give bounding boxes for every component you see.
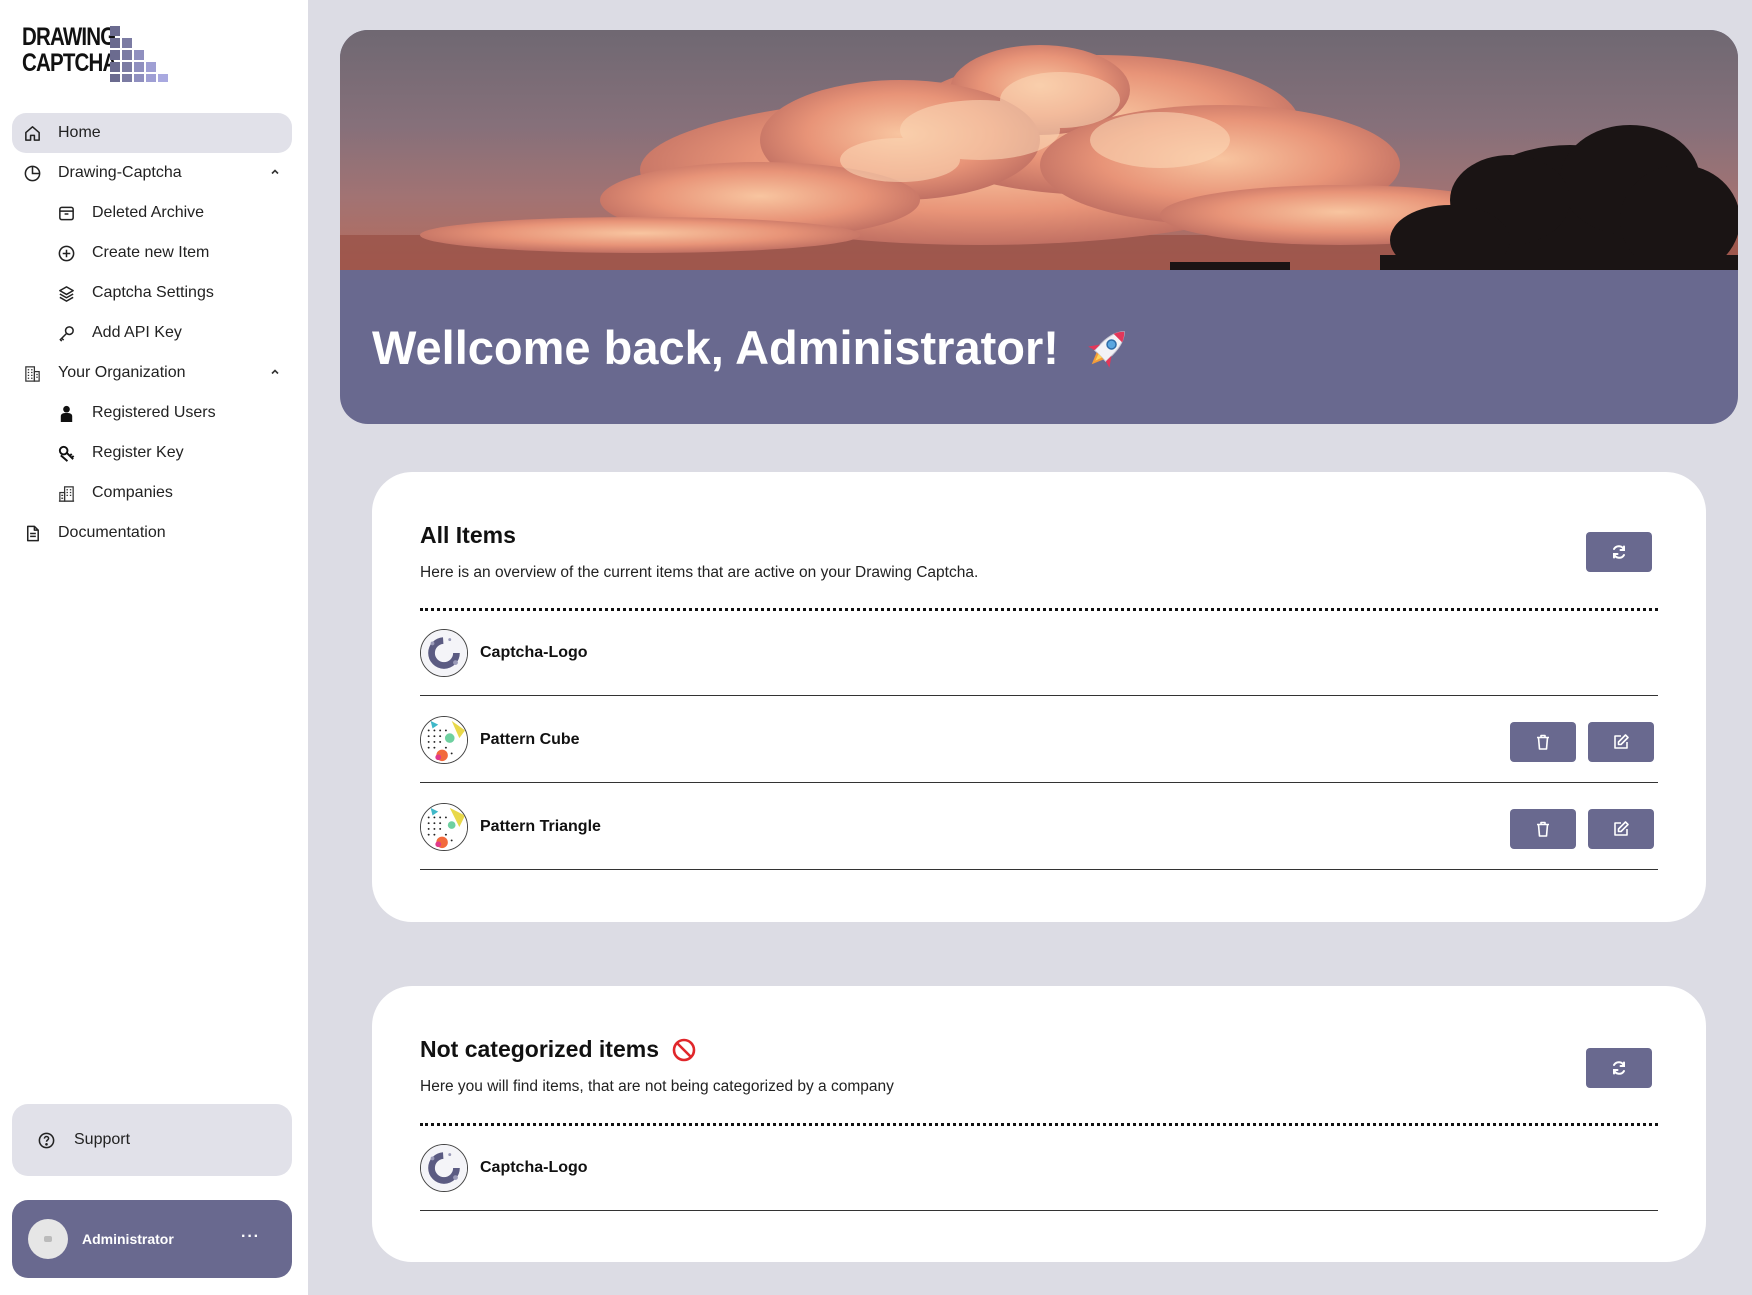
list-item[interactable]: Pattern Triangle <box>420 784 1658 870</box>
support-label: Support <box>74 1131 131 1148</box>
all-items-title: All Items <box>420 522 516 548</box>
refresh-icon <box>1613 545 1625 559</box>
building-icon <box>22 363 42 383</box>
welcome-title: Wellcome back, Administrator! <box>372 321 1059 374</box>
help-circle-icon <box>36 1130 56 1150</box>
edit-button[interactable] <box>1588 809 1654 849</box>
sidebar-item-documentation[interactable]: Documentation <box>12 513 292 553</box>
edit-button[interactable] <box>1588 722 1654 762</box>
more-options-icon[interactable]: ··· <box>241 1228 260 1246</box>
sidebar-item-label: Drawing-Captcha <box>58 164 182 181</box>
sidebar-item-label: Create new Item <box>92 244 210 261</box>
delete-button[interactable] <box>1510 722 1576 762</box>
sidebar-item-label: Home <box>58 124 101 141</box>
logo-line-1: DRAWING <box>22 23 116 51</box>
logo-wordmark: DRAWING CAPTCHA <box>22 23 117 77</box>
avatar <box>28 1219 68 1259</box>
refresh-button[interactable] <box>1586 1048 1652 1088</box>
refresh-button[interactable] <box>1586 532 1652 572</box>
sidebar-nav: Home Drawing-Captcha Deleted Archive Cre… <box>12 113 292 553</box>
pie-chart-icon <box>22 163 42 183</box>
app-logo[interactable]: DRAWING CAPTCHA <box>22 22 172 82</box>
welcome-banner: Wellcome back, Administrator! <box>340 30 1738 424</box>
user-icon <box>56 403 76 423</box>
item-name: Captcha-Logo <box>480 643 588 661</box>
sidebar-item-companies[interactable]: Companies <box>12 473 292 513</box>
archive-icon <box>56 203 76 223</box>
item-name: Pattern Cube <box>480 730 580 748</box>
edit-icon <box>1614 821 1629 836</box>
layers-icon <box>56 283 76 303</box>
card-title: Not categorized items <box>420 1036 697 1063</box>
companies-icon <box>56 483 76 503</box>
captcha-logo-thumbnail <box>420 1143 468 1192</box>
sidebar-item-label: Add API Key <box>92 324 182 341</box>
sidebar-item-label: Companies <box>92 484 173 501</box>
refresh-icon <box>1613 1061 1625 1075</box>
pattern-thumbnail <box>420 715 468 764</box>
sidebar-item-add-api-key[interactable]: Add API Key <box>12 313 292 353</box>
sidebar-item-deleted-archive[interactable]: Deleted Archive <box>12 193 292 233</box>
register-key-icon <box>56 443 76 463</box>
sidebar-item-your-organization[interactable]: Your Organization <box>12 353 292 393</box>
sidebar-item-create-new-item[interactable]: Create new Item <box>12 233 292 273</box>
logo-line-2: CAPTCHA <box>22 49 117 77</box>
trash-icon <box>1537 734 1549 750</box>
sidebar-item-label: Your Organization <box>58 364 186 381</box>
sidebar-item-register-key[interactable]: Register Key <box>12 433 292 473</box>
list-item[interactable]: Pattern Cube <box>420 697 1658 783</box>
support-button[interactable]: Support <box>12 1104 292 1176</box>
captcha-logo-thumbnail <box>420 628 468 677</box>
card-title: All Items <box>420 522 516 549</box>
sidebar-item-label: Deleted Archive <box>92 204 205 221</box>
card-description: Here is an overview of the current items… <box>420 564 979 581</box>
pattern-thumbnail <box>420 802 468 851</box>
document-icon <box>22 523 42 543</box>
user-profile-card[interactable]: Administrator ··· <box>12 1200 292 1278</box>
sidebar-item-registered-users[interactable]: Registered Users <box>12 393 292 433</box>
sidebar-item-captcha-settings[interactable]: Captcha Settings <box>12 273 292 313</box>
sidebar-item-home[interactable]: Home <box>12 113 292 153</box>
home-icon <box>22 123 42 143</box>
delete-button[interactable] <box>1510 809 1576 849</box>
user-name: Administrator <box>82 1231 174 1247</box>
all-items-card: All Items Here is an overview of the cur… <box>372 472 1706 922</box>
sidebar-item-drawing-captcha[interactable]: Drawing-Captcha <box>12 153 292 193</box>
sidebar-item-label: Register Key <box>92 444 184 461</box>
card-description: Here you will find items, that are not b… <box>420 1078 894 1095</box>
plus-circle-icon <box>56 243 76 263</box>
list-item[interactable]: Captcha-Logo <box>420 610 1658 696</box>
item-name: Captcha-Logo <box>480 1158 588 1176</box>
list-item[interactable]: Captcha-Logo <box>420 1125 1658 1211</box>
chevron-up-icon[interactable] <box>268 365 282 379</box>
no-entry-icon <box>672 1038 696 1061</box>
not-categorized-card: Not categorized items Here you will find… <box>372 986 1706 1262</box>
trash-icon <box>1537 821 1549 837</box>
cloud-banner-image <box>340 30 1738 270</box>
not-categorized-title: Not categorized items <box>420 1036 659 1062</box>
item-name: Pattern Triangle <box>480 817 601 835</box>
key-icon <box>56 323 76 343</box>
rocket-icon <box>1088 330 1125 368</box>
chevron-up-icon[interactable] <box>268 165 282 179</box>
sidebar-item-label: Registered Users <box>92 404 216 421</box>
page-title: Wellcome back, Administrator! <box>372 320 1135 375</box>
sidebar: DRAWING CAPTCHA Home Drawing-Captcha Del… <box>0 0 308 1295</box>
edit-icon <box>1614 734 1629 749</box>
sidebar-item-label: Captcha Settings <box>92 284 214 301</box>
sidebar-item-label: Documentation <box>58 524 166 541</box>
